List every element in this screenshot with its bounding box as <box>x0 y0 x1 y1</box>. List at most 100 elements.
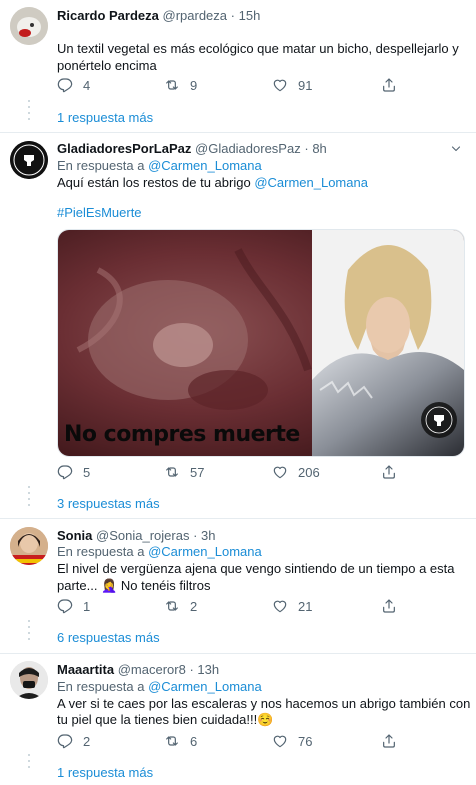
tweet-text-line-2: ponértelo encima <box>57 58 157 73</box>
reply-prefix: En respuesta a <box>57 158 145 173</box>
tweet-text-body: Aquí están los restos de tu abrigo <box>57 175 251 190</box>
like-count: 206 <box>298 464 320 480</box>
share-button[interactable] <box>381 77 407 93</box>
tweet-actions: 4 9 91 <box>57 77 407 95</box>
tweet-header: Maaartita @maceror8 · 13h <box>57 662 219 678</box>
show-more-replies-link[interactable]: 1 respuesta más <box>57 110 153 125</box>
retweet-icon <box>164 77 180 93</box>
heart-icon <box>272 464 288 480</box>
like-button[interactable]: 76 <box>272 733 318 749</box>
chevron-down-icon[interactable] <box>450 143 462 155</box>
heart-icon <box>272 77 288 93</box>
timestamp[interactable]: 13h <box>197 662 219 677</box>
mention-link[interactable]: @Carmen_Lomana <box>254 175 368 190</box>
reply-count: 2 <box>83 733 91 749</box>
separator-dot: · <box>193 528 198 543</box>
thread-line <box>28 486 30 510</box>
retweet-button[interactable]: 2 <box>164 598 210 614</box>
tweet-media-image[interactable]: No compres muerte <box>57 229 465 457</box>
thread-line <box>28 620 30 644</box>
tweet-text-line-2: tu piel que la tienes bien cuidada!!!☺️ <box>57 712 274 727</box>
like-count: 76 <box>298 733 313 749</box>
avatar[interactable] <box>10 7 48 45</box>
separator-dot: · <box>230 8 235 23</box>
tweet-header: GladiadoresPorLaPaz @GladiadoresPaz · 8h <box>57 141 327 157</box>
tweet-header: Ricardo Pardeza @rpardeza · 15h <box>57 8 260 24</box>
reply-button[interactable]: 2 <box>57 733 103 749</box>
retweet-count: 2 <box>190 598 198 614</box>
share-button[interactable] <box>381 598 407 614</box>
tweet-text-line-2: parte... 🤦‍♀️ No tenéis filtros <box>57 578 211 593</box>
tweet-actions: 1 2 21 <box>57 598 407 616</box>
display-name[interactable]: Maaartita <box>57 662 114 677</box>
retweet-button[interactable]: 6 <box>164 733 210 749</box>
avatar[interactable] <box>10 141 48 179</box>
retweet-icon <box>164 464 180 480</box>
like-count: 91 <box>298 77 313 93</box>
retweet-count: 9 <box>190 77 198 93</box>
avatar-logo <box>10 141 48 179</box>
reply-icon <box>57 77 73 93</box>
show-more-replies-link[interactable]: 6 respuestas más <box>57 630 160 645</box>
retweet-count: 57 <box>190 464 205 480</box>
heart-icon <box>272 598 288 614</box>
reply-button[interactable]: 4 <box>57 77 103 93</box>
media-caption: No compres muerte <box>64 422 300 447</box>
avatar[interactable] <box>10 661 48 699</box>
retweet-button[interactable]: 57 <box>164 464 210 480</box>
avatar[interactable] <box>10 527 48 565</box>
like-count: 21 <box>298 598 313 614</box>
reply-count: 5 <box>83 464 91 480</box>
separator-dot: · <box>189 662 194 677</box>
display-name[interactable]: Sonia <box>57 528 92 543</box>
reply-context: En respuesta a @Carmen_Lomana <box>57 157 262 174</box>
share-icon <box>381 598 397 614</box>
reply-button[interactable]: 5 <box>57 464 103 480</box>
timestamp[interactable]: 15h <box>239 8 261 23</box>
reply-icon <box>57 464 73 480</box>
reply-to-mention[interactable]: @Carmen_Lomana <box>148 544 262 559</box>
display-name[interactable]: Ricardo Pardeza <box>57 8 159 23</box>
share-button[interactable] <box>381 464 407 480</box>
divider <box>0 518 476 519</box>
like-button[interactable]: 91 <box>272 77 318 93</box>
share-icon <box>381 464 397 480</box>
reply-context: En respuesta a @Carmen_Lomana <box>57 543 262 560</box>
like-button[interactable]: 21 <box>272 598 318 614</box>
user-handle[interactable]: @maceror8 <box>118 662 186 677</box>
tweet-text-line-1: Un textil vegetal es más ecológico que m… <box>57 41 459 56</box>
hashtag-link[interactable]: #PielEsMuerte <box>57 204 142 221</box>
avatar-image <box>10 661 48 699</box>
retweet-button[interactable]: 9 <box>164 77 210 93</box>
thread-line <box>28 100 30 124</box>
tweet-text-line-1: A ver si te caes por las escaleras y nos… <box>57 696 471 711</box>
user-handle[interactable]: @GladiadoresPaz <box>195 141 301 156</box>
user-handle[interactable]: @rpardeza <box>163 8 228 23</box>
reply-count: 4 <box>83 77 91 93</box>
timestamp[interactable]: 8h <box>312 141 326 156</box>
retweet-icon <box>164 598 180 614</box>
show-more-replies-link[interactable]: 1 respuesta más <box>57 765 153 780</box>
heart-icon <box>272 733 288 749</box>
avatar-image <box>10 527 48 565</box>
reply-to-mention[interactable]: @Carmen_Lomana <box>148 158 262 173</box>
like-button[interactable]: 206 <box>272 464 320 480</box>
user-handle[interactable]: @Sonia_rojeras <box>96 528 189 543</box>
share-button[interactable] <box>381 733 407 749</box>
tweet-header: Sonia @Sonia_rojeras · 3h <box>57 528 216 544</box>
share-icon <box>381 733 397 749</box>
reply-icon <box>57 733 73 749</box>
reply-button[interactable]: 1 <box>57 598 103 614</box>
display-name[interactable]: GladiadoresPorLaPaz <box>57 141 191 156</box>
reply-count: 1 <box>83 598 91 614</box>
reply-to-mention[interactable]: @Carmen_Lomana <box>148 679 262 694</box>
retweet-count: 6 <box>190 733 198 749</box>
reply-icon <box>57 598 73 614</box>
avatar-image <box>10 7 48 45</box>
tweet-text-line-1: El nivel de vergüenza ajena que vengo si… <box>57 561 455 576</box>
tweet-text: Aquí están los restos de tu abrigo @Carm… <box>57 174 368 191</box>
tweet-ricardo[interactable]: Ricardo Pardeza @rpardeza · 15h Un texti… <box>0 0 476 132</box>
timestamp[interactable]: 3h <box>201 528 215 543</box>
show-more-replies-link[interactable]: 3 respuestas más <box>57 496 160 511</box>
divider <box>0 653 476 654</box>
